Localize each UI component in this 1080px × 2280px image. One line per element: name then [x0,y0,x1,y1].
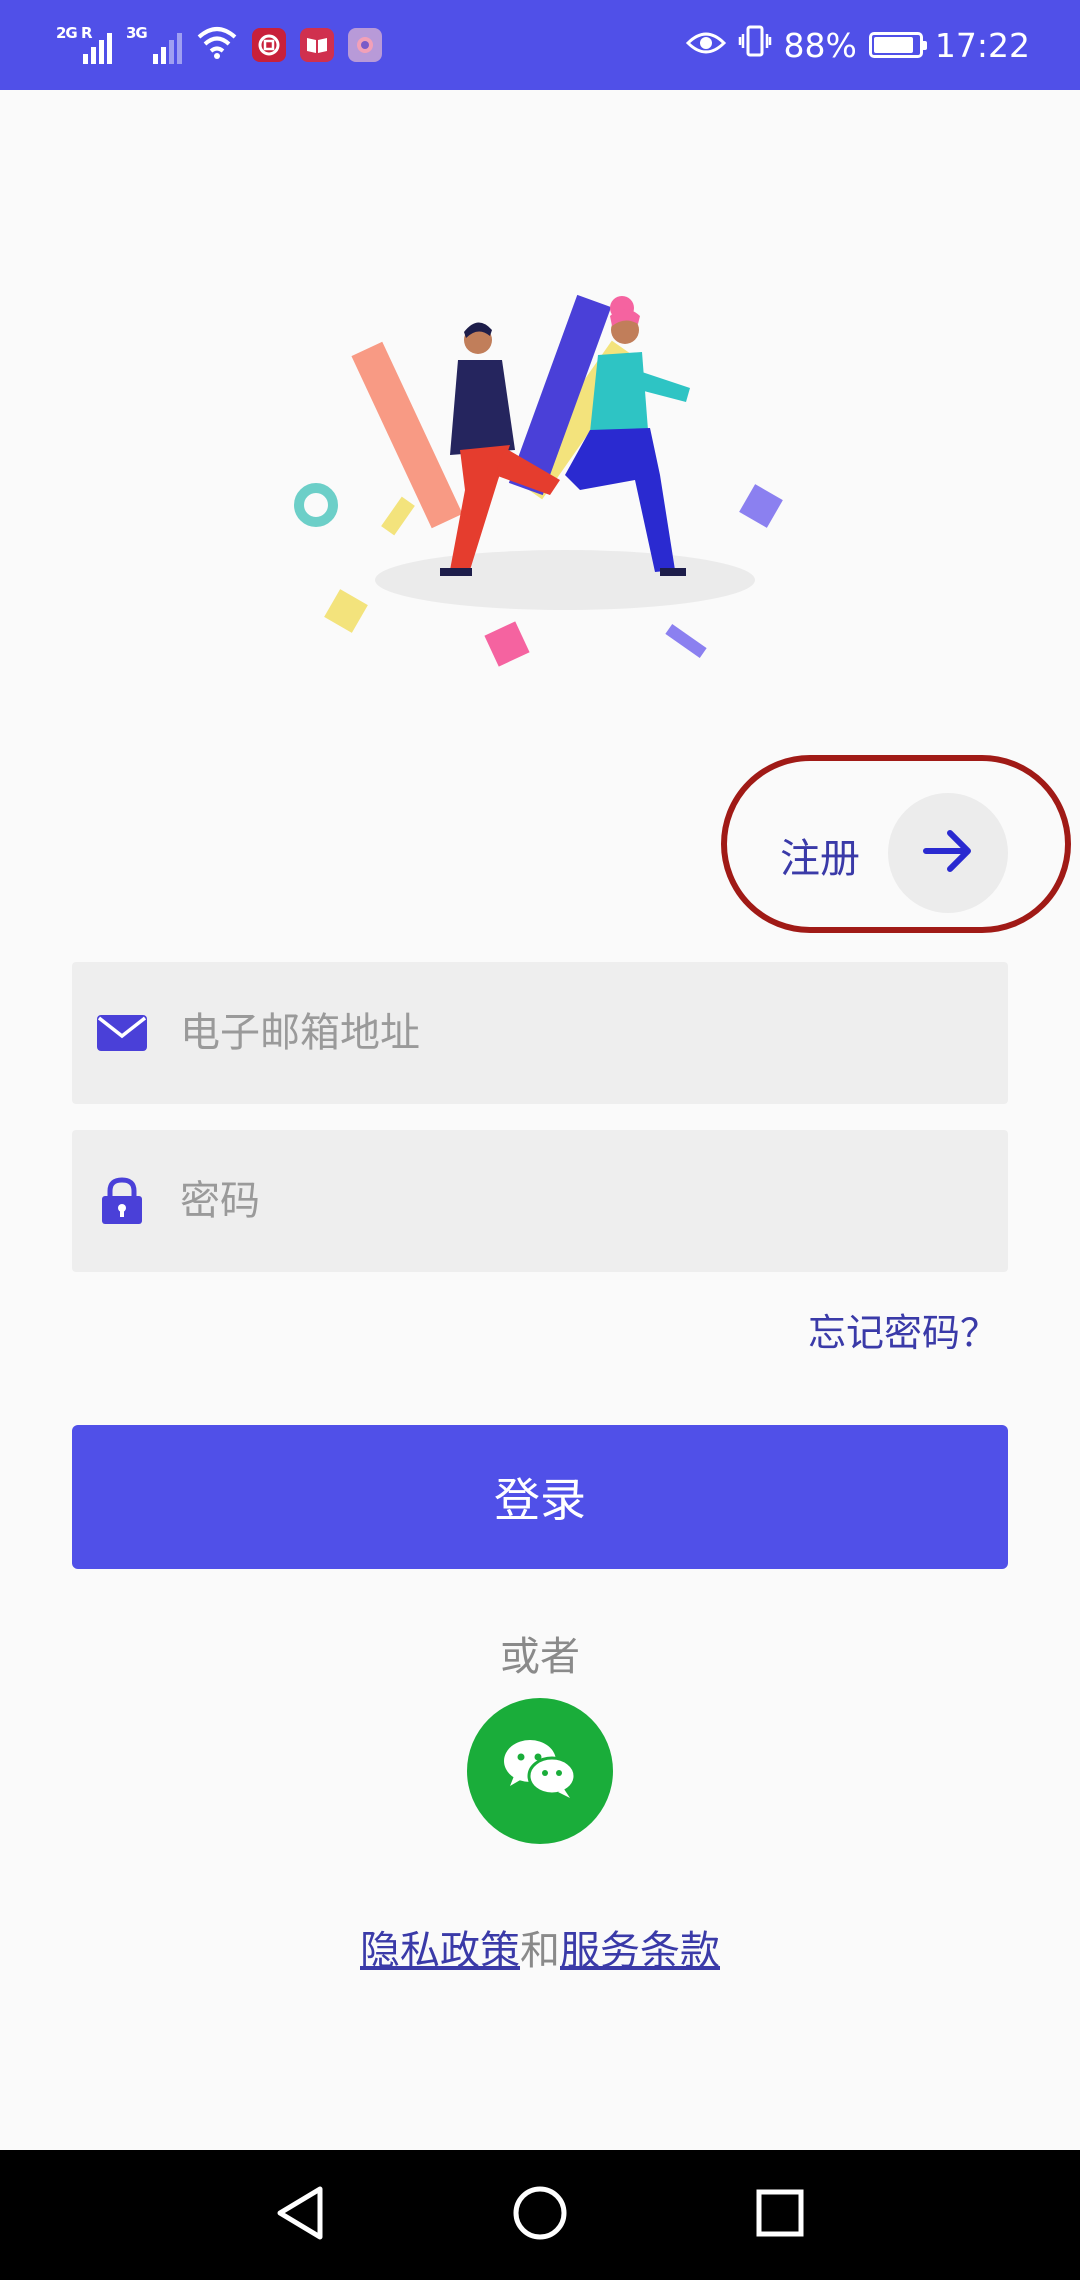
email-field-container [72,962,1008,1104]
lock-icon [96,1177,148,1224]
legal-links: 隐私政策和服务条款 [0,1918,1080,1976]
mail-icon [96,1010,148,1056]
privacy-policy-link[interactable]: 隐私政策 [360,1928,520,1974]
eye-comfort-icon [685,26,726,65]
wifi-icon [196,25,238,65]
status-right: 88% 17:22 [685,20,1030,70]
wechat-login-button[interactable] [467,1698,613,1844]
home-button[interactable] [503,2178,577,2252]
reader-app-icon [300,28,334,62]
hero-illustration [280,280,800,680]
signal-icon-2: 3G [126,22,182,68]
register-button[interactable] [888,793,1008,913]
clock: 17:22 [934,25,1030,65]
recents-icon [754,2187,806,2243]
back-button[interactable] [262,2178,336,2252]
password-field-container [72,1130,1008,1272]
register-label[interactable]: 注册 [780,826,860,884]
login-button[interactable]: 登录 [72,1425,1008,1569]
bank-app-icon [252,28,286,62]
email-input[interactable] [180,962,980,1104]
password-input[interactable] [180,1130,980,1272]
signal-label-2: 3G [126,24,148,42]
legal-and-text: 和 [520,1928,560,1974]
home-icon [510,2183,570,2247]
vibrate-icon [738,24,772,66]
terms-of-service-link[interactable]: 服务条款 [560,1928,720,1974]
signal-icon: 2G R [56,22,112,68]
or-divider-text: 或者 [500,1634,580,1680]
forgot-password-link[interactable]: 忘记密码？ [808,1302,998,1357]
recents-button[interactable] [743,2178,817,2252]
back-icon [272,2183,326,2247]
battery-percent: 88% [783,25,857,65]
arrow-right-icon [922,829,974,877]
wechat-icon [500,1736,580,1806]
social-app-icon [348,28,382,62]
status-bar: 2G R 3G 88% 17:22 [0,0,1080,90]
battery-icon [868,32,927,58]
navigation-bar [0,2150,1080,2280]
status-left: 2G R 3G [56,20,382,70]
